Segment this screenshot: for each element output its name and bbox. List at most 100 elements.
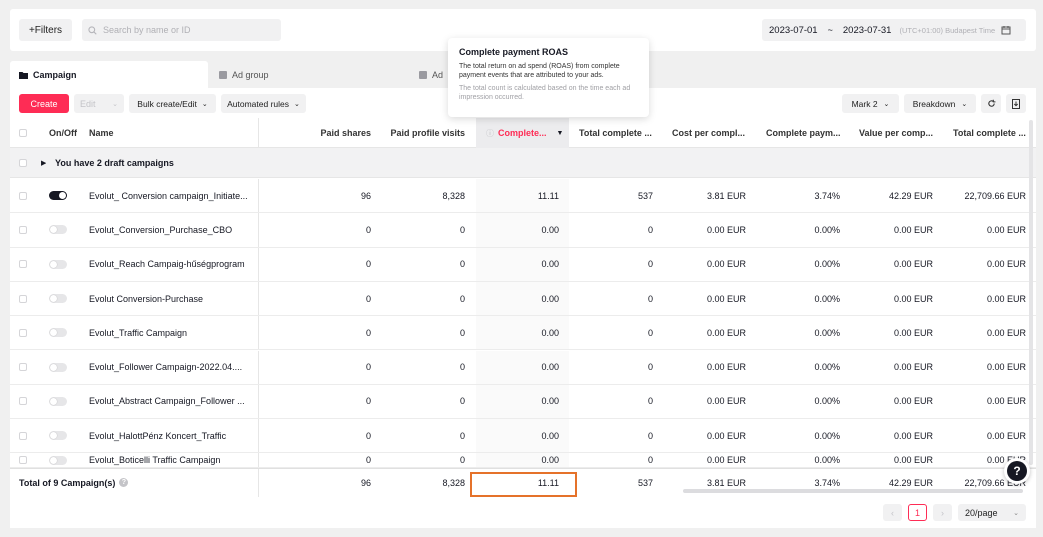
table-row[interactable]: Evolut_Boticelli Traffic Campaign 0 0 0.00 0… bbox=[10, 453, 1036, 468]
tooltip: Complete payment ROAS The total return o… bbox=[448, 38, 649, 117]
cell-complete-payment-rate: 0.00% bbox=[814, 327, 840, 338]
status-toggle[interactable] bbox=[49, 225, 67, 235]
draft-checkbox[interactable] bbox=[19, 158, 27, 167]
table-row[interactable]: Evolut_Conversion_Purchase_CBO 0 0 0.00 0 0.0… bbox=[10, 213, 1036, 248]
table-row[interactable]: Evolut_Follower Campaign-2022.04.... 0 0 0.… bbox=[10, 350, 1036, 385]
bulk-edit-dropdown[interactable]: Bulk create/Edit ⌄ bbox=[129, 94, 216, 113]
row-checkbox[interactable] bbox=[19, 363, 27, 372]
edit-button[interactable]: Edit ⌄ bbox=[74, 94, 124, 113]
status-toggle[interactable] bbox=[49, 396, 67, 406]
cell-total-complete-value: 0.00 EUR bbox=[986, 362, 1026, 373]
col-complete-payment-rate[interactable]: Complete paym... bbox=[766, 118, 846, 147]
col-cost-per-complete[interactable]: Cost per compl... bbox=[672, 118, 752, 147]
cell-complete-roas: 0.00 bbox=[541, 224, 559, 235]
filters-label: +Filters bbox=[28, 24, 63, 36]
chevron-left-icon: ‹ bbox=[891, 507, 894, 518]
campaign-name[interactable]: Evolut_Boticelli Traffic Campaign bbox=[89, 453, 254, 467]
select-all-checkbox[interactable] bbox=[19, 128, 27, 137]
table-row[interactable]: Evolut Conversion-Purchase 0 0 0.00 0 0.00 EU… bbox=[10, 281, 1036, 317]
cell-total-complete-value: 0.00 EUR bbox=[986, 259, 1026, 270]
table-row[interactable]: Evolut_HalottPénz Koncert_Traffic 0 0 0.00 0… bbox=[10, 419, 1036, 454]
row-checkbox[interactable] bbox=[19, 456, 27, 465]
col-paid-shares[interactable]: Paid shares bbox=[260, 118, 371, 147]
horizontal-scrollbar[interactable] bbox=[683, 489, 1023, 493]
refresh-icon bbox=[987, 99, 996, 108]
row-checkbox[interactable] bbox=[19, 294, 27, 303]
status-toggle[interactable] bbox=[49, 191, 67, 201]
row-checkbox[interactable] bbox=[19, 225, 27, 234]
campaign-name[interactable]: Evolut_HalottPénz Koncert_Traffic bbox=[89, 419, 254, 452]
chevron-down-icon: ⌄ bbox=[112, 100, 118, 108]
cell-value-per-complete: 0.00 EUR bbox=[893, 327, 933, 338]
cell-cost-per-complete: 3.81 EUR bbox=[706, 190, 746, 201]
campaign-name[interactable]: Evolut_Reach Campaig-hűségprogram bbox=[89, 248, 254, 281]
row-checkbox[interactable] bbox=[19, 431, 27, 440]
export-button[interactable] bbox=[1006, 94, 1026, 113]
page-number[interactable]: 1 bbox=[908, 504, 927, 521]
row-checkbox[interactable] bbox=[19, 191, 27, 200]
column-divider bbox=[258, 213, 259, 247]
prev-page-button[interactable]: ‹ bbox=[883, 504, 902, 521]
campaign-name[interactable]: Evolut_Conversion_Purchase_CBO bbox=[89, 213, 254, 246]
col-total-complete[interactable]: Total complete ... bbox=[579, 118, 659, 147]
create-button[interactable]: Create bbox=[19, 94, 69, 113]
status-toggle[interactable] bbox=[49, 431, 67, 441]
row-checkbox[interactable] bbox=[19, 397, 27, 406]
cell-paid-shares: 0 bbox=[365, 327, 371, 338]
vertical-scrollbar[interactable] bbox=[1029, 120, 1033, 465]
tab-ad-group[interactable]: Ad group bbox=[210, 61, 410, 88]
cell-paid-profile-visits: 0 bbox=[459, 396, 465, 407]
table-row[interactable]: Evolut_Reach Campaig-hűségprogram 0 0 0.00 0… bbox=[10, 247, 1036, 282]
row-checkbox[interactable] bbox=[19, 328, 27, 337]
column-divider bbox=[258, 179, 259, 213]
campaign-name[interactable]: Evolut_Traffic Campaign bbox=[89, 316, 254, 349]
table-row[interactable]: Evolut_ Conversion campaign_Initiate... 9… bbox=[10, 179, 1036, 214]
cell-complete-roas: 0.00 bbox=[541, 396, 559, 407]
campaign-name[interactable]: Evolut_Abstract Campaign_Follower ... bbox=[89, 385, 254, 418]
help-button[interactable]: ? bbox=[1004, 458, 1030, 484]
status-toggle[interactable] bbox=[49, 362, 67, 372]
date-start: 2023-07-01 bbox=[769, 24, 818, 36]
tab-campaign[interactable]: Campaign bbox=[10, 61, 208, 88]
search-input[interactable]: Search by name or ID bbox=[82, 19, 281, 41]
col-name[interactable]: Name bbox=[89, 118, 249, 147]
cell-value-per-complete: 0.00 EUR bbox=[893, 455, 933, 466]
campaign-name[interactable]: Evolut Conversion-Purchase bbox=[89, 282, 254, 315]
mark-dropdown[interactable]: Mark 2 ⌄ bbox=[842, 94, 899, 113]
column-divider bbox=[258, 419, 259, 453]
table-row[interactable]: Evolut_Traffic Campaign 0 0 0.00 0 0.00 EUR 0.… bbox=[10, 316, 1036, 351]
row-checkbox[interactable] bbox=[19, 260, 27, 269]
col-paid-profile-visits[interactable]: Paid profile visits bbox=[375, 118, 465, 147]
status-toggle[interactable] bbox=[49, 328, 67, 338]
status-toggle[interactable] bbox=[49, 294, 67, 304]
status-toggle[interactable] bbox=[49, 455, 67, 465]
col-onoff[interactable]: On/Off bbox=[49, 118, 89, 147]
page-size-dropdown[interactable]: 20/page ⌄ bbox=[958, 504, 1026, 521]
refresh-button[interactable] bbox=[981, 94, 1001, 113]
campaign-name[interactable]: Evolut_Follower Campaign-2022.04.... bbox=[89, 351, 254, 384]
chevron-right-icon: › bbox=[941, 507, 944, 518]
next-page-button[interactable]: › bbox=[933, 504, 952, 521]
automated-rules-dropdown[interactable]: Automated rules ⌄ bbox=[221, 94, 306, 113]
date-range-picker[interactable]: 2023-07-01 ~ 2023-07-31 (UTC+01:00) Buda… bbox=[762, 19, 1026, 41]
cell-paid-profile-visits: 0 bbox=[459, 327, 465, 338]
help-circle-icon[interactable]: ? bbox=[119, 478, 129, 487]
col-total-complete-value[interactable]: Total complete ... bbox=[953, 118, 1029, 147]
sort-down-icon[interactable]: ▼ bbox=[557, 130, 564, 137]
cell-value-per-complete: 42.29 EUR bbox=[888, 190, 933, 201]
cell-complete-roas: 0.00 bbox=[541, 327, 559, 338]
status-toggle[interactable] bbox=[49, 259, 67, 269]
ad-icon bbox=[419, 70, 427, 79]
draft-campaigns-row[interactable]: ▶ You have 2 draft campaigns bbox=[10, 148, 1036, 178]
campaign-name[interactable]: Evolut_ Conversion campaign_Initiate... bbox=[89, 179, 254, 212]
filters-button[interactable]: +Filters bbox=[19, 19, 72, 41]
table-row[interactable]: Evolut_Abstract Campaign_Follower ... 0 0 0… bbox=[10, 384, 1036, 420]
tab-ad[interactable]: Ad bbox=[410, 61, 450, 88]
col-value-per-complete[interactable]: Value per comp... bbox=[859, 118, 939, 147]
cell-cost-per-complete: 0.00 EUR bbox=[706, 396, 746, 407]
cell-paid-shares: 96 bbox=[360, 190, 371, 201]
col-complete-roas[interactable]: ⓘ Complete... ▼ bbox=[476, 118, 569, 148]
breakdown-dropdown[interactable]: Breakdown ⌄ bbox=[904, 94, 976, 113]
caret-right-icon[interactable]: ▶ bbox=[41, 148, 46, 177]
cell-cost-per-complete: 0.00 EUR bbox=[706, 362, 746, 373]
